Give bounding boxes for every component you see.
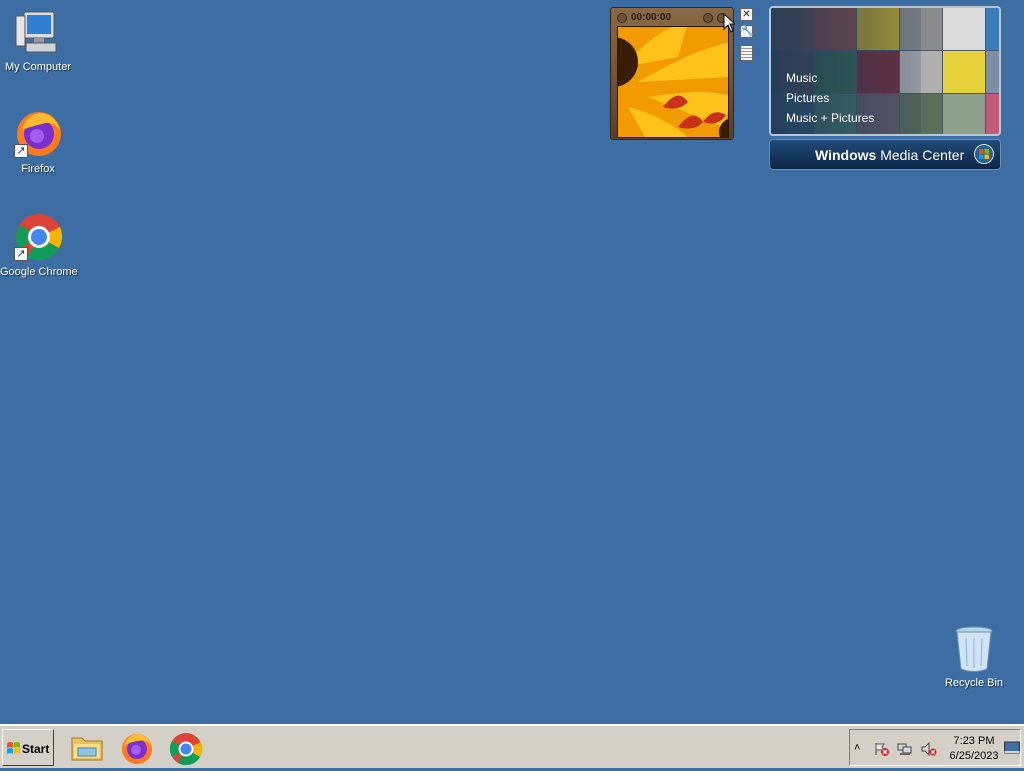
desktop-icon-label: Google Chrome bbox=[0, 266, 78, 278]
slideshow-photo bbox=[617, 26, 729, 138]
taskbar-firefox-button[interactable] bbox=[118, 730, 156, 766]
desktop-icon-chrome[interactable]: ↗ Google Chrome bbox=[0, 213, 78, 278]
action-center-flag-icon[interactable] bbox=[874, 742, 890, 756]
taskbar: Start ˄ 7:23 PM 6/25/2023 bbox=[0, 724, 1024, 768]
taskbar-file-explorer-button[interactable] bbox=[68, 730, 106, 766]
computer-icon bbox=[12, 8, 64, 58]
slideshow-toolbar: 00:00:00 bbox=[615, 11, 729, 25]
firefox-icon bbox=[122, 734, 152, 764]
slideshow-back-icon[interactable] bbox=[617, 13, 627, 23]
menu-item-pictures[interactable]: Pictures bbox=[786, 90, 874, 110]
menu-item-music-pictures[interactable]: Music + Pictures bbox=[786, 110, 874, 130]
start-label: Start bbox=[22, 742, 50, 756]
media-center-menu: Music Pictures Music + Pictures bbox=[786, 70, 874, 130]
slideshow-gadget[interactable]: 00:00:00 bbox=[610, 7, 734, 140]
chrome-icon bbox=[169, 733, 203, 766]
media-center-title: Windows Media Center bbox=[815, 147, 965, 163]
gadget-close-button[interactable]: ✕ bbox=[740, 8, 753, 21]
desktop-icon-label: My Computer bbox=[4, 61, 72, 73]
windows-flag-icon bbox=[6, 741, 21, 758]
taskbar-chrome-button[interactable] bbox=[167, 730, 205, 766]
chrome-icon: ↗ bbox=[12, 213, 64, 263]
show-hidden-icons-chevron-icon[interactable]: ˄ bbox=[854, 742, 870, 756]
shortcut-arrow-icon: ↗ bbox=[14, 247, 28, 261]
windows-logo-icon bbox=[974, 144, 994, 164]
desktop-icon-firefox[interactable]: ↗ Firefox bbox=[0, 110, 76, 175]
desktop-icon-my-computer[interactable]: My Computer bbox=[0, 8, 76, 73]
desktop-icon-label: Firefox bbox=[21, 163, 55, 175]
firefox-icon: ↗ bbox=[12, 110, 64, 160]
gadget-options-button[interactable]: 🔧 bbox=[740, 25, 753, 38]
slideshow-time: 00:00:00 bbox=[631, 12, 672, 23]
start-button[interactable]: Start bbox=[2, 729, 54, 766]
recycle-bin-icon bbox=[948, 624, 1000, 674]
slideshow-help-icon[interactable] bbox=[703, 13, 713, 23]
shortcut-arrow-icon: ↗ bbox=[14, 144, 28, 158]
gadget-drag-handle[interactable] bbox=[740, 45, 753, 61]
taskbar-clock[interactable]: 7:23 PM 6/25/2023 bbox=[944, 734, 1004, 764]
media-center-launch-bar[interactable]: Windows Media Center bbox=[769, 139, 1001, 170]
show-desktop-icon[interactable] bbox=[1004, 741, 1020, 755]
mouse-cursor-icon bbox=[723, 13, 735, 33]
system-tray: ˄ 7:23 PM 6/25/2023 bbox=[849, 729, 1021, 766]
media-center-gadget[interactable]: Music Pictures Music + Pictures bbox=[769, 6, 1001, 136]
desktop-icon-recycle-bin[interactable]: Recycle Bin bbox=[936, 624, 1012, 689]
clock-date: 6/25/2023 bbox=[949, 750, 999, 762]
volume-muted-icon[interactable] bbox=[921, 741, 937, 757]
clock-time: 7:23 PM bbox=[953, 735, 995, 747]
menu-item-music[interactable]: Music bbox=[786, 70, 874, 90]
desktop-icon-label: Recycle Bin bbox=[944, 677, 1004, 689]
file-explorer-icon bbox=[71, 737, 103, 761]
network-icon[interactable] bbox=[897, 742, 913, 756]
